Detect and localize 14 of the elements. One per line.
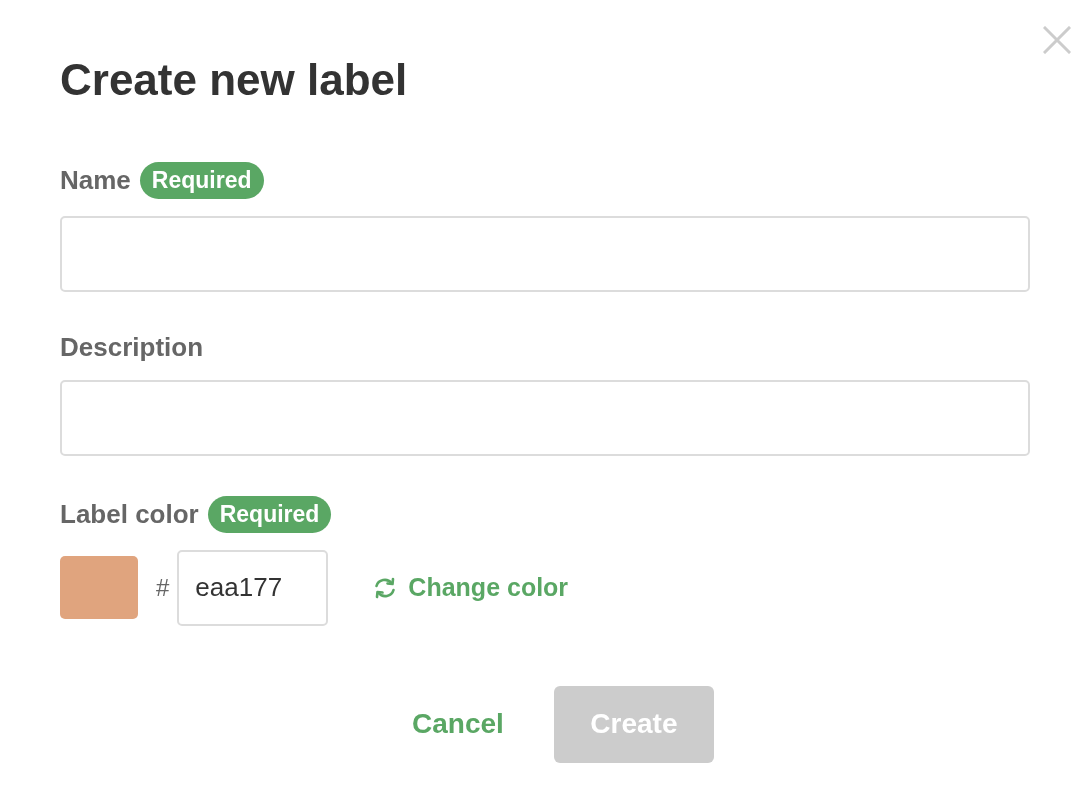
text-input[interactable]	[60, 215, 1030, 292]
hash-prefix: #	[156, 573, 170, 603]
field-label: Label color	[60, 498, 199, 531]
hex-input[interactable]: eaa177	[177, 550, 329, 626]
field-label: Description	[60, 331, 204, 363]
required-tag: Required	[207, 496, 332, 533]
required-tag: Required	[139, 161, 264, 199]
change-color-link[interactable]: Change color	[372, 569, 569, 607]
cancel-button[interactable]: Cancel	[412, 703, 504, 746]
color-swatch-icon[interactable]	[60, 556, 138, 620]
text-input[interactable]	[60, 380, 1030, 456]
field-label: Name	[60, 164, 131, 196]
dialog-title: Create new label	[60, 54, 408, 106]
close-icon[interactable]	[1043, 26, 1071, 54]
